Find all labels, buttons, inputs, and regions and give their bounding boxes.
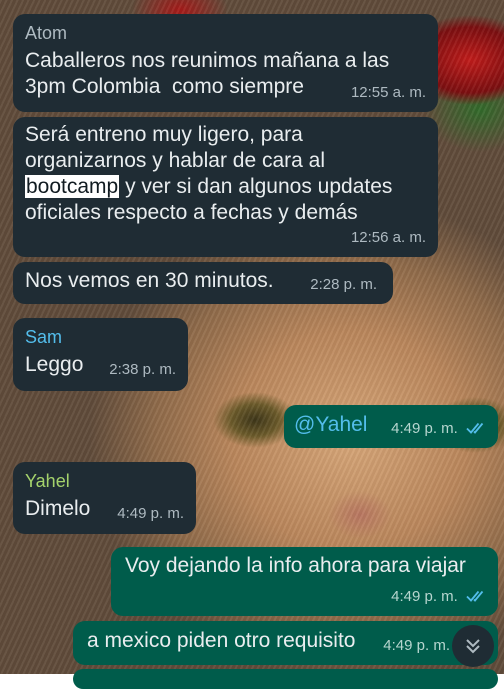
scroll-to-bottom-button[interactable] [452,625,494,667]
message-text: Voy dejando la info ahora para viajar [125,554,466,577]
message-time: 4:49 p. m. [391,584,488,610]
message-bubble[interactable]: Sam Leggo 2:38 p. m. [13,318,188,391]
message-text: a mexico piden otro requisito [87,629,356,652]
message-text: Dimelo [25,497,91,520]
message-text: Nos vemos en 30 minutos. [25,269,274,292]
message-bubble[interactable]: a mexico piden otro requisito 4:49 p. m. [73,621,498,665]
double-check-read-icon [466,590,484,602]
sender-name: Atom [25,23,68,43]
message-bubble[interactable]: Voy dejando la info ahora para viajar 4:… [111,547,498,616]
sender-name: Yahel [25,471,70,491]
message-bubble[interactable]: Nos vemos en 30 minutos. 2:28 p. m. [13,262,393,304]
message-time: 12:55 a. m. [350,84,426,101]
message-time: 2:38 p. m. [109,361,176,378]
double-check-read-icon [466,422,484,434]
message-bubble[interactable]: Será entreno muy ligero, para organizarn… [13,117,438,257]
message-text: Caballeros nos reunimos mañana a las 3pm… [25,49,390,98]
message-time: 4:49 p. m. [391,416,488,442]
sender-name: Sam [25,327,63,347]
message-bubble[interactable]: @Yahel 4:49 p. m. [284,405,498,448]
message-time: 4:49 p. m. [383,637,450,654]
mention-text[interactable]: @Yahel [294,413,367,436]
message-time: 4:49 p. m. [117,505,184,522]
message-time: 12:56 a. m. [350,229,426,246]
message-text: Será entreno muy ligero, para organizarn… [25,123,393,224]
message-text: Leggo [25,353,84,376]
selected-text[interactable]: bootcamp [25,175,120,198]
message-time: 2:28 p. m. [310,276,377,293]
message-bubble-partial[interactable] [73,669,498,689]
double-chevron-down-icon [466,639,480,654]
message-bubble[interactable]: Yahel Dimelo 4:49 p. m. [13,462,196,534]
message-bubble[interactable]: Atom Caballeros nos reunimos mañana a la… [13,14,438,112]
